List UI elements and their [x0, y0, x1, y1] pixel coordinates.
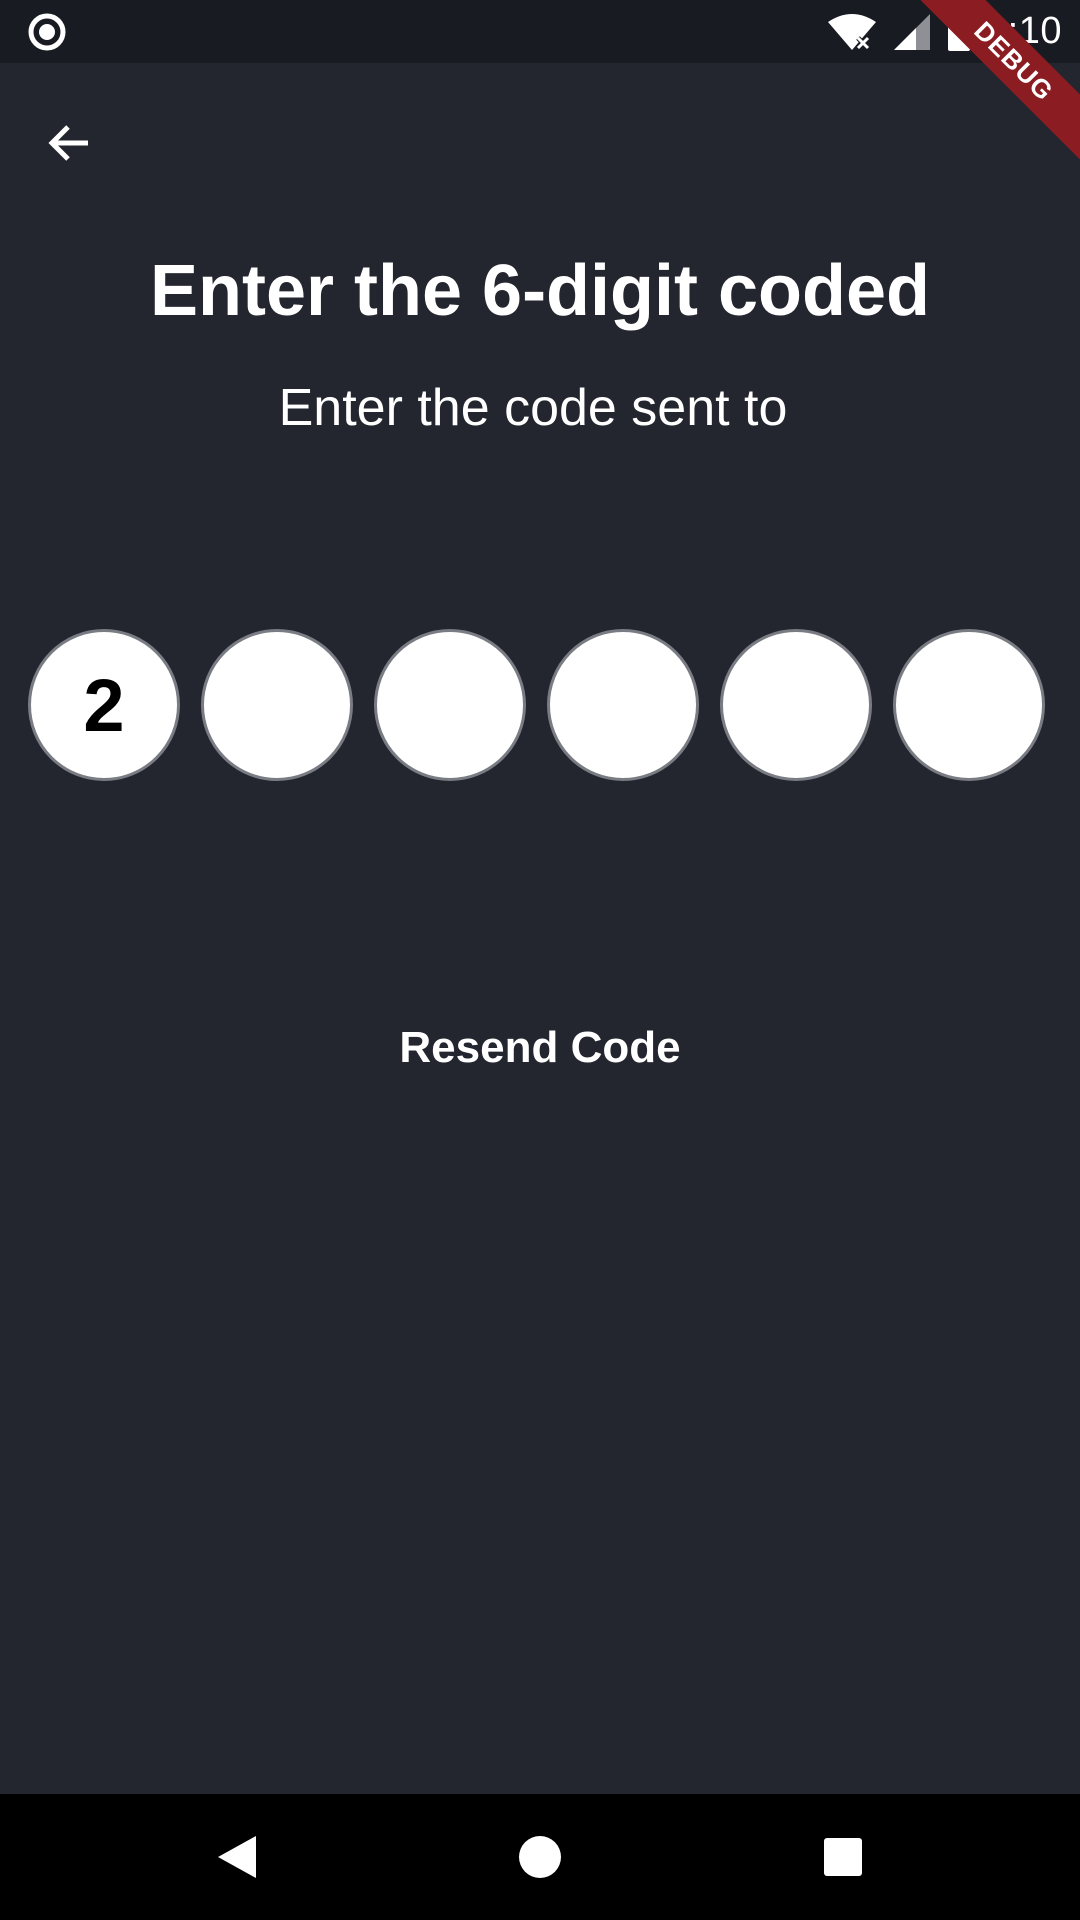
otp-screen: 6:10 DEBUG Enter the 6-digit coded Enter… — [0, 0, 1080, 1920]
otp-digit-field-2[interactable] — [201, 629, 353, 781]
page-subtitle: Enter the code sent to — [278, 379, 788, 437]
otp-digit-field-3[interactable] — [374, 629, 526, 781]
otp-digit-field-6[interactable] — [893, 629, 1045, 781]
arrow-back-icon — [48, 125, 88, 161]
nav-home-button[interactable] — [505, 1822, 575, 1892]
nav-back-button[interactable] — [202, 1822, 272, 1892]
wifi-off-icon — [828, 13, 877, 50]
radio-record-icon — [28, 13, 66, 51]
page-title: Enter the 6-digit coded — [149, 251, 931, 331]
back-button[interactable] — [30, 105, 106, 181]
square-recents-icon — [824, 1838, 862, 1876]
otp-digit-field-4[interactable] — [547, 629, 699, 781]
nav-recents-button[interactable] — [808, 1822, 878, 1892]
status-bar: 6:10 — [0, 0, 1080, 63]
resend-code-button[interactable]: Resend Code — [399, 1023, 680, 1072]
otp-digit-field-5[interactable] — [720, 629, 872, 781]
otp-digit-field-1[interactable]: 2 — [28, 629, 180, 781]
resend-code-container: Resend Code — [0, 1023, 1080, 1073]
signal-icon — [894, 13, 931, 50]
circle-home-icon — [519, 1836, 561, 1878]
triangle-back-icon — [218, 1836, 256, 1878]
system-nav-bar — [0, 1794, 1080, 1920]
otp-code-input: 2 — [28, 629, 1052, 781]
